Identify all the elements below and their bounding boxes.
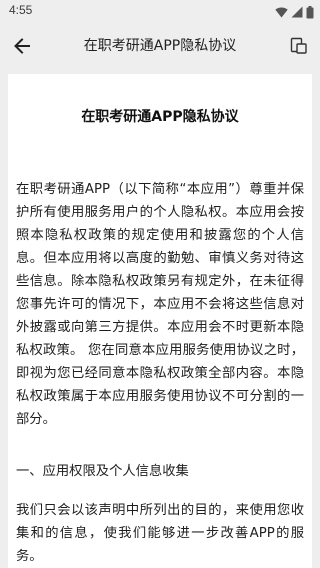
document-icon[interactable] xyxy=(289,36,309,56)
status-icons xyxy=(275,5,314,19)
battery-icon xyxy=(306,5,314,18)
status-time: 4:55 xyxy=(9,3,33,17)
section-heading: 一、应用权限及个人信息收集 xyxy=(16,464,189,479)
back-arrow-icon[interactable] xyxy=(11,35,33,57)
document-title: 在职考研通APP隐私协议 xyxy=(81,109,239,125)
signal-icon xyxy=(291,6,303,18)
document-body: 在职考研通APP（以下简称“本应用”）尊重并保护所有使用服务用户的个人隐私权。本… xyxy=(16,178,304,568)
app-bar-title: 在职考研通APP隐私协议 xyxy=(83,38,237,54)
intro-paragraph: 在职考研通APP（以下简称“本应用”）尊重并保护所有使用服务用户的个人隐私权。本… xyxy=(16,182,304,427)
section-paragraph: 我们只会以该声明中所列出的目的，来使用您收集和的信息，使我们能够进一步改善APP… xyxy=(16,503,304,564)
app-bar: 在职考研通APP隐私协议 xyxy=(0,24,320,68)
wifi-icon xyxy=(275,7,288,18)
privacy-policy-card[interactable]: 在职考研通APP隐私协议 在职考研通APP（以下简称“本应用”）尊重并保护所有使… xyxy=(8,74,312,568)
status-bar: 4:55 xyxy=(0,0,320,24)
page-background: 在职考研通APP隐私协议 在职考研通APP（以下简称“本应用”）尊重并保护所有使… xyxy=(0,68,320,568)
